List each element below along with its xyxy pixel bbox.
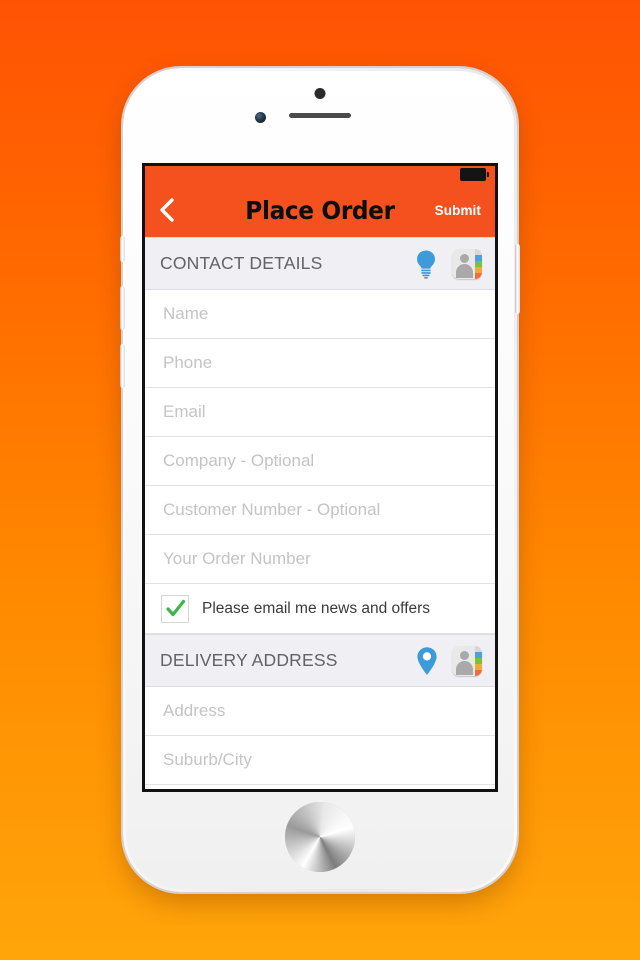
battery-full-icon [460, 168, 489, 181]
lightbulb-icon[interactable] [414, 249, 438, 279]
phone-device: Place Order Submit CONTACT DETAILS Name … [120, 68, 520, 892]
proximity-sensor [314, 88, 326, 99]
newsletter-checkbox[interactable] [161, 594, 189, 623]
delivery-address-header-icons [416, 645, 482, 676]
contacts-icon[interactable] [452, 248, 482, 279]
screen-bezel: Place Order Submit CONTACT DETAILS Name … [142, 163, 498, 792]
suburb-city-input[interactable] [161, 749, 479, 771]
silent-switch[interactable] [120, 236, 125, 262]
earpiece-speaker [289, 113, 351, 118]
phone-input[interactable] [161, 352, 479, 374]
field-row-phone[interactable] [145, 339, 495, 388]
field-row-customer-number[interactable] [145, 486, 495, 535]
field-row-name[interactable] [145, 290, 495, 339]
front-camera [255, 112, 266, 123]
home-button[interactable] [285, 802, 355, 872]
submit-button[interactable]: Submit [435, 203, 481, 218]
field-row-order-number[interactable] [145, 535, 495, 584]
order-number-input[interactable] [161, 548, 479, 570]
app-screen: Place Order Submit CONTACT DETAILS Name … [145, 166, 495, 789]
field-row-suburb-city[interactable] [145, 736, 495, 785]
contacts-icon[interactable] [452, 645, 482, 676]
newsletter-checkbox-label: Please email me news and offers [202, 599, 431, 617]
newsletter-opt-in-row[interactable]: Please email me news and offers [145, 584, 495, 634]
navigation-bar: Place Order Submit [145, 183, 495, 237]
status-bar [145, 166, 495, 183]
volume-down-button[interactable] [120, 344, 125, 388]
field-row-email[interactable] [145, 388, 495, 437]
section-header-contact-details: CONTACT DETAILS [145, 237, 495, 290]
contact-details-header-icons [414, 248, 482, 279]
checkmark-icon [165, 599, 185, 617]
order-form-scroll[interactable]: CONTACT DETAILS Name Phone Email Company… [145, 237, 495, 789]
section-header-delivery-address: DELIVERY ADDRESS [145, 634, 495, 687]
section-title-contact-details: CONTACT DETAILS [160, 253, 323, 273]
map-pin-icon[interactable] [416, 646, 438, 676]
company-input[interactable] [161, 450, 479, 472]
address-input[interactable] [161, 700, 479, 722]
field-row-company[interactable] [145, 437, 495, 486]
email-input[interactable] [161, 401, 479, 423]
section-title-delivery-address: DELIVERY ADDRESS [160, 650, 338, 670]
field-row-address[interactable] [145, 687, 495, 736]
customer-number-input[interactable] [161, 499, 479, 521]
volume-up-button[interactable] [120, 286, 125, 330]
power-button[interactable] [515, 244, 520, 314]
name-input[interactable] [161, 303, 479, 325]
